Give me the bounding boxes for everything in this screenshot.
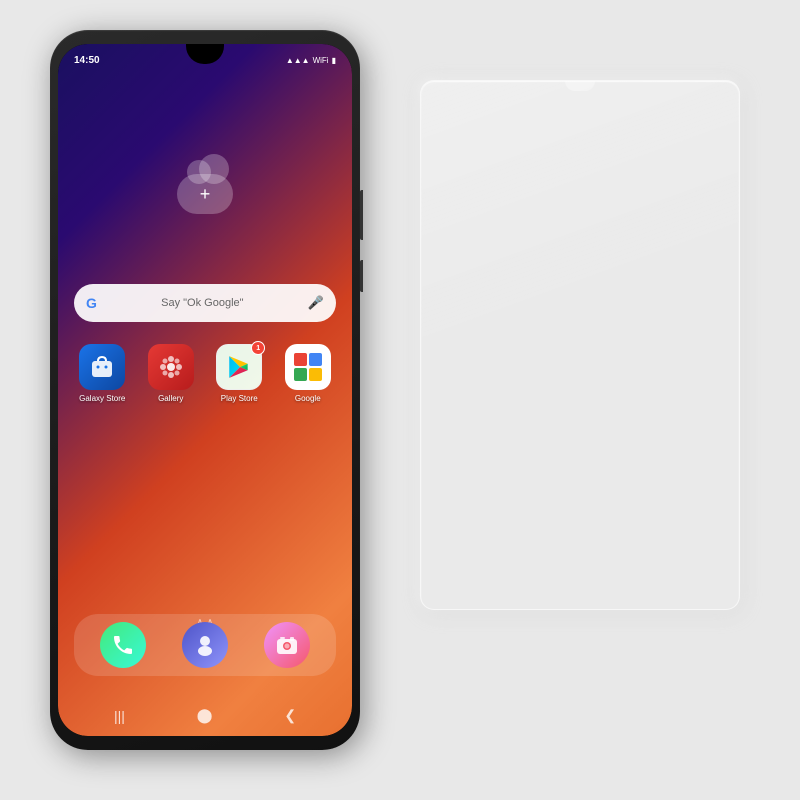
status-time: 14:50 [74, 55, 100, 66]
glass-panel [420, 80, 740, 610]
nav-bar: ||| ⬤ ❮ [58, 707, 352, 724]
google-label: Google [295, 394, 321, 403]
cloud-icon: + [177, 174, 233, 214]
dock-camera[interactable] [264, 622, 310, 668]
glass-notch [565, 81, 595, 91]
mic-icon[interactable]: 🎤 [308, 295, 324, 311]
app-gallery[interactable]: Gallery [143, 344, 199, 403]
play-store-badge: 1 [251, 341, 265, 355]
phone-inner: 14:50 ▲▲▲ WiFi ▮ + G Say "Ok Goo [58, 44, 352, 736]
power-button[interactable] [360, 260, 363, 292]
app-galaxy-store[interactable]: Galaxy Store [74, 344, 130, 403]
nav-back[interactable]: ❮ [284, 707, 296, 724]
wifi-icon: WiFi [313, 56, 329, 65]
nav-recent[interactable]: ||| [114, 708, 125, 724]
dock-phone[interactable] [100, 622, 146, 668]
battery-icon: ▮ [332, 56, 336, 65]
app-google[interactable]: Google [280, 344, 336, 403]
phone-screen: 14:50 ▲▲▲ WiFi ▮ + G Say "Ok Goo [58, 44, 352, 736]
gallery-icon [148, 344, 194, 390]
play-store-label: Play Store [221, 394, 258, 403]
nav-home[interactable]: ⬤ [197, 707, 213, 724]
app-play-store[interactable]: 1 [211, 344, 267, 403]
status-icons: ▲▲▲ WiFi ▮ [286, 56, 336, 65]
google-icon [285, 344, 331, 390]
play-store-icon: 1 [216, 344, 262, 390]
gallery-label: Gallery [158, 394, 183, 403]
galaxy-store-label: Galaxy Store [79, 394, 125, 403]
scene: 14:50 ▲▲▲ WiFi ▮ + G Say "Ok Goo [0, 0, 800, 800]
search-placeholder: Say "Ok Google" [105, 297, 300, 309]
cloud-widget: + [177, 174, 233, 214]
dock [74, 614, 336, 676]
google-g-icon: G [86, 295, 97, 311]
signal-icon: ▲▲▲ [286, 56, 310, 65]
galaxy-store-icon [79, 344, 125, 390]
cloud-plus-icon: + [200, 184, 211, 205]
phone-body: 14:50 ▲▲▲ WiFi ▮ + G Say "Ok Goo [50, 30, 360, 750]
search-bar[interactable]: G Say "Ok Google" 🎤 [74, 284, 336, 322]
apps-row: Galaxy Store [58, 344, 352, 403]
volume-button[interactable] [360, 190, 363, 240]
dock-bixby[interactable] [182, 622, 228, 668]
